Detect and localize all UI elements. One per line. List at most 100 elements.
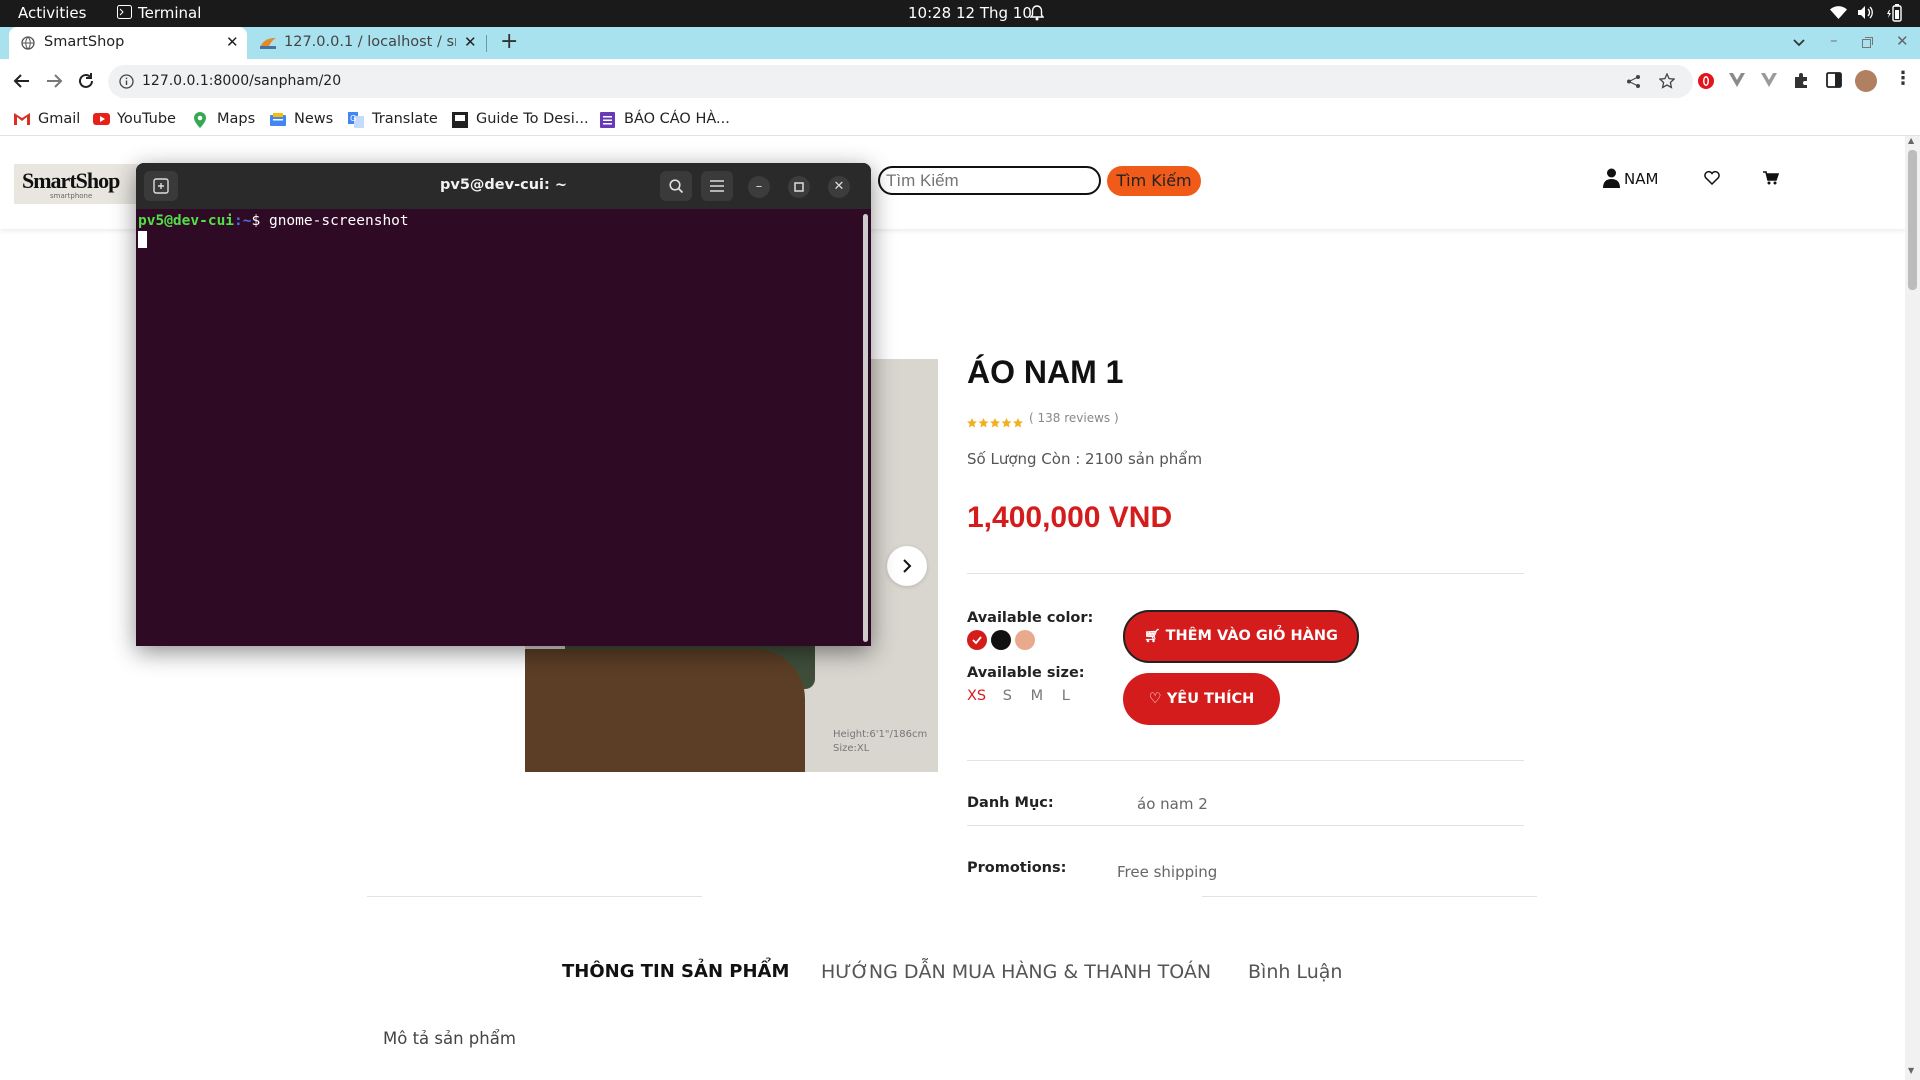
volume-icon[interactable] [1857,5,1874,20]
size-label: Available size: [967,665,1085,681]
bookmark-bao-cao[interactable]: BÁO CÁO HÀ... [600,111,730,128]
user-name[interactable]: NAM [1624,170,1658,188]
site-logo[interactable]: SmartShop smartphone [14,164,138,204]
tab-comments[interactable]: Bình Luận [1248,961,1342,983]
activities-button[interactable]: Activities [18,4,86,22]
vue-extension-icon[interactable] [1729,73,1745,87]
youtube-icon [93,113,110,125]
bookmark-gmail[interactable]: Gmail [14,111,80,127]
tab-title: 127.0.0.1 / localhost / sm [284,34,456,50]
next-image-button[interactable] [887,546,927,586]
terminal-search-button[interactable] [660,171,692,201]
search-input[interactable] [878,166,1101,195]
add-to-cart-button[interactable]: 🛒︎ THÊM VÀO GIỎ HÀNG [1123,610,1359,663]
terminal-minimize-button[interactable]: – [748,176,770,198]
scroll-down-arrow-icon[interactable]: ▼ [1908,1066,1914,1075]
maps-pin-icon [194,112,206,128]
terminal-maximize-button[interactable] [788,176,810,198]
site-info-icon[interactable] [119,74,134,89]
bookmark-star-icon[interactable] [1659,73,1675,89]
address-bar[interactable]: 127.0.0.1:8000/sanpham/20 [108,65,1693,98]
color-swatches [967,630,1047,650]
tab-smartshop[interactable]: SmartShop ✕ [9,27,247,59]
size-option-s[interactable]: S [1003,688,1012,704]
new-tab-button[interactable]: + [500,29,518,54]
search-button[interactable]: Tìm Kiếm [1107,166,1201,196]
forward-arrow-icon[interactable] [45,72,63,90]
promotions-value: Free shipping [1117,863,1218,881]
bookmark-news[interactable]: News [270,111,333,127]
share-icon[interactable] [1626,74,1641,89]
globe-icon [21,36,35,50]
minimize-window-button[interactable]: – [1830,31,1838,49]
guide-icon [452,112,468,128]
profile-avatar[interactable] [1855,70,1877,92]
browser-menu-icon[interactable]: ⋮ [1894,68,1912,89]
terminal-icon [117,5,132,19]
tab-title: SmartShop [44,34,125,50]
close-tab-icon[interactable]: ✕ [464,33,477,51]
stock-quantity: Số Lượng Còn : 2100 sản phẩm [967,450,1203,468]
terminal-menu-button[interactable] [701,171,733,201]
extensions-puzzle-icon[interactable] [1793,72,1810,89]
promotions-label: Promotions: [967,860,1067,876]
wishlist-button[interactable]: ♡ YÊU THÍCH [1123,673,1280,725]
back-arrow-icon[interactable] [13,72,31,90]
tab-product-info[interactable]: THÔNG TIN SẢN PHẨM [562,961,789,982]
tab-purchase-guide[interactable]: HƯỚNG DẪN MUA HÀNG & THANH TOÁN [821,961,1211,983]
bookmark-maps[interactable]: Maps [194,111,255,128]
user-icon[interactable] [1603,168,1620,188]
divider [967,825,1524,826]
trousers-shape [525,649,805,772]
adblock-extension-icon[interactable] [1697,72,1715,90]
terminal-command: gnome-screenshot [268,213,409,229]
scrollbar-thumb[interactable] [1908,150,1917,290]
check-icon [972,636,982,645]
url-text: 127.0.0.1:8000/sanpham/20 [142,73,342,89]
close-tab-icon[interactable]: ✕ [226,33,239,51]
app-name: Terminal [138,4,202,22]
wishlist-heart-icon[interactable] [1704,171,1720,185]
review-count[interactable]: ( 138 reviews ) [1029,411,1119,425]
reload-icon[interactable] [77,72,95,90]
bookmark-guide[interactable]: Guide To Desi... [452,111,589,128]
rating-stars [967,413,1023,432]
terminal-window[interactable]: pv5@dev-cui: ~ – ✕ pv5@dev-cui:~$ gnome-… [136,163,871,646]
prompt-symbol: $ [251,213,261,229]
prompt-user: pv5@dev-cui [138,213,235,229]
star-rating-icon [967,418,1023,428]
vue-devtools-extension-icon[interactable] [1761,73,1777,87]
tab-divider [486,35,487,52]
cart-icon[interactable] [1763,171,1779,185]
app-menu-terminal[interactable]: Terminal [117,4,201,22]
terminal-titlebar[interactable]: pv5@dev-cui: ~ – ✕ [136,163,871,209]
alarm-bell-icon [1030,5,1044,21]
clock[interactable]: 10:28 12 Thg 10 [908,4,1032,22]
color-swatch-red[interactable] [967,630,987,650]
chevron-down-icon[interactable] [1792,38,1806,48]
restore-window-icon[interactable] [1862,37,1873,48]
battery-icon[interactable] [1886,4,1904,22]
side-panel-icon[interactable] [1826,72,1842,88]
product-price: 1,400,000 VND [967,501,1173,534]
bookmark-youtube[interactable]: YouTube [93,111,176,127]
page-scrollbar[interactable]: ▲ ▼ [1905,136,1920,1080]
size-option-m[interactable]: M [1031,688,1044,704]
gmail-icon [14,113,30,125]
color-label: Available color: [967,610,1094,626]
divider [967,573,1524,574]
size-option-xs[interactable]: XS [967,688,986,704]
terminal-close-button[interactable]: ✕ [828,176,850,198]
wifi-icon[interactable] [1830,6,1847,19]
size-option-l[interactable]: L [1062,688,1070,704]
category-value[interactable]: áo nam 2 [1137,795,1208,813]
prompt-path: :~ [234,213,252,229]
scroll-up-arrow-icon[interactable]: ▲ [1908,136,1914,145]
terminal-scrollbar[interactable] [863,214,868,642]
heart-icon: ♡ [1148,691,1162,707]
bookmark-translate[interactable]: G Translate [348,111,438,128]
color-swatch-black[interactable] [991,630,1011,650]
tab-phpmyadmin[interactable]: 127.0.0.1 / localhost / sm ✕ [252,27,482,59]
color-swatch-peach[interactable] [1015,630,1035,650]
close-window-button[interactable]: ✕ [1896,32,1909,50]
